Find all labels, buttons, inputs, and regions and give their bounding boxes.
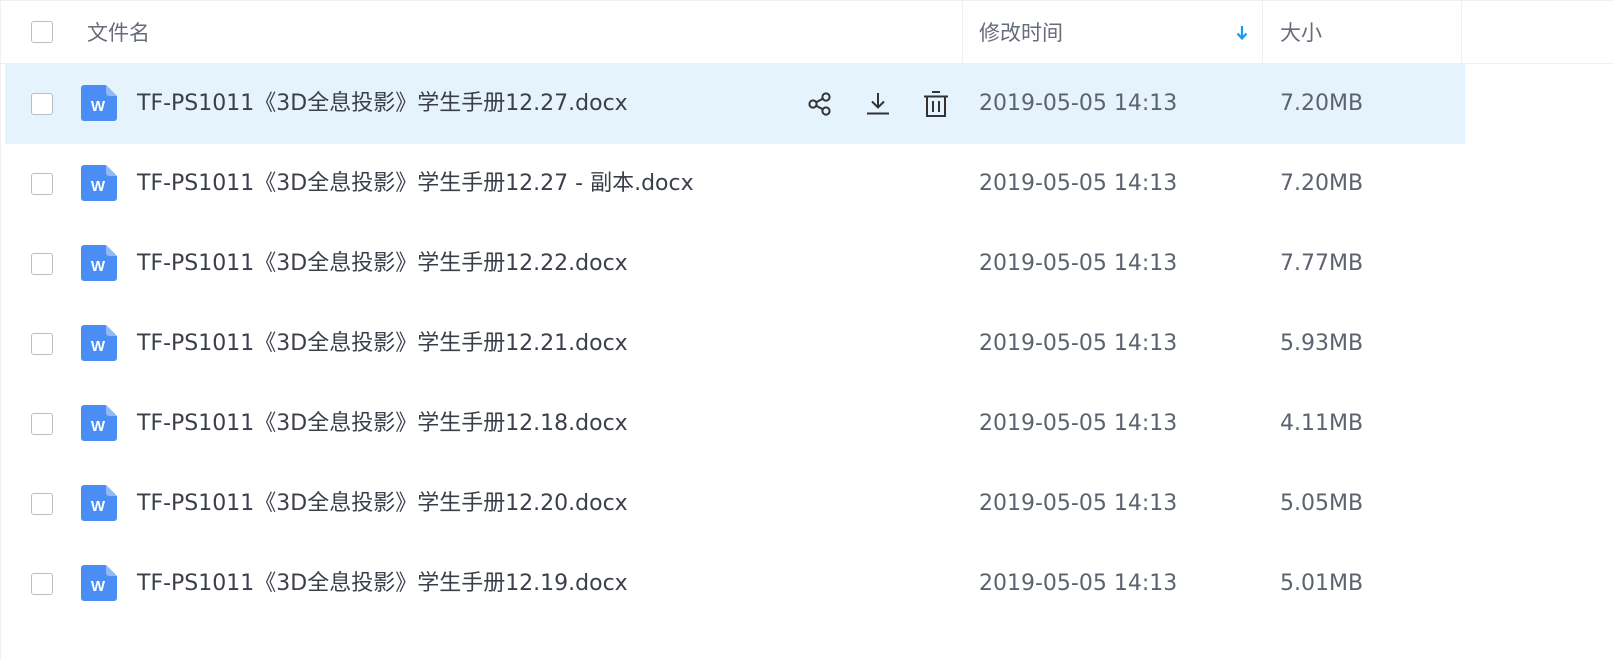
delete-icon[interactable]: [921, 89, 951, 119]
file-size: 5.05MB: [1280, 491, 1364, 516]
sort-descending-icon[interactable]: [1235, 24, 1249, 42]
word-doc-icon: W: [81, 485, 117, 521]
select-all-checkbox[interactable]: [31, 21, 53, 43]
svg-text:W: W: [91, 258, 106, 275]
file-name[interactable]: TF-PS1011《3D全息投影》学生手册12.21.docx: [137, 304, 628, 384]
svg-text:W: W: [91, 338, 106, 355]
table-row[interactable]: W TF-PS1011《3D全息投影》学生手册12.21.docx 2019-0…: [1, 304, 1614, 384]
svg-text:W: W: [91, 498, 106, 515]
file-size: 7.77MB: [1280, 251, 1364, 276]
table-row[interactable]: W TF-PS1011《3D全息投影》学生手册12.20.docx 2019-0…: [1, 464, 1614, 544]
word-doc-icon: W: [81, 565, 117, 601]
modified-time: 2019-05-05 14:13: [979, 491, 1178, 516]
file-name[interactable]: TF-PS1011《3D全息投影》学生手册12.20.docx: [137, 464, 628, 544]
table-row[interactable]: W TF-PS1011《3D全息投影》学生手册12.27.docx 2019-0…: [5, 64, 1465, 144]
modified-time: 2019-05-05 14:13: [979, 91, 1178, 116]
word-doc-icon: W: [81, 405, 117, 441]
file-name[interactable]: TF-PS1011《3D全息投影》学生手册12.22.docx: [137, 224, 628, 304]
row-checkbox[interactable]: [31, 493, 53, 515]
row-checkbox[interactable]: [31, 573, 53, 595]
row-checkbox[interactable]: [31, 413, 53, 435]
word-doc-icon: W: [81, 325, 117, 361]
file-list-header: 文件名 修改时间 大小: [1, 0, 1614, 65]
column-header-size[interactable]: 大小: [1280, 1, 1322, 65]
modified-time: 2019-05-05 14:13: [979, 411, 1178, 436]
column-divider[interactable]: [1461, 1, 1462, 65]
share-icon[interactable]: [805, 89, 835, 119]
word-doc-icon: W: [81, 85, 117, 121]
word-doc-icon: W: [81, 165, 117, 201]
row-checkbox[interactable]: [31, 173, 53, 195]
table-row[interactable]: W TF-PS1011《3D全息投影》学生手册12.22.docx 2019-0…: [1, 224, 1614, 304]
file-size: 5.01MB: [1280, 571, 1364, 596]
column-divider[interactable]: [962, 1, 963, 65]
file-size: 7.20MB: [1280, 91, 1364, 116]
svg-text:W: W: [91, 98, 106, 115]
column-header-name[interactable]: 文件名: [87, 1, 150, 65]
file-name[interactable]: TF-PS1011《3D全息投影》学生手册12.27 - 副本.docx: [137, 144, 694, 224]
file-name[interactable]: TF-PS1011《3D全息投影》学生手册12.27.docx: [137, 64, 628, 144]
file-name[interactable]: TF-PS1011《3D全息投影》学生手册12.19.docx: [137, 544, 628, 624]
modified-time: 2019-05-05 14:13: [979, 171, 1178, 196]
file-rows: W TF-PS1011《3D全息投影》学生手册12.27.docx 2019-0…: [1, 64, 1614, 624]
file-name[interactable]: TF-PS1011《3D全息投影》学生手册12.18.docx: [137, 384, 628, 464]
row-checkbox[interactable]: [31, 253, 53, 275]
file-size: 5.93MB: [1280, 331, 1364, 356]
modified-time: 2019-05-05 14:13: [979, 251, 1178, 276]
file-list: 文件名 修改时间 大小 W TF-PS1011《3D全息投影》学生手册12.27…: [0, 0, 1614, 660]
table-row[interactable]: W TF-PS1011《3D全息投影》学生手册12.27 - 副本.docx 2…: [1, 144, 1614, 224]
column-divider[interactable]: [1262, 1, 1263, 65]
row-actions: [805, 64, 951, 144]
table-row[interactable]: W TF-PS1011《3D全息投影》学生手册12.19.docx 2019-0…: [1, 544, 1614, 624]
svg-text:W: W: [91, 178, 106, 195]
file-size: 4.11MB: [1280, 411, 1364, 436]
file-size: 7.20MB: [1280, 171, 1364, 196]
svg-text:W: W: [91, 418, 106, 435]
download-icon[interactable]: [863, 89, 893, 119]
modified-time: 2019-05-05 14:13: [979, 571, 1178, 596]
modified-time: 2019-05-05 14:13: [979, 331, 1178, 356]
word-doc-icon: W: [81, 245, 117, 281]
svg-text:W: W: [91, 578, 106, 595]
row-checkbox[interactable]: [31, 93, 53, 115]
column-header-modified[interactable]: 修改时间: [979, 1, 1063, 65]
table-row[interactable]: W TF-PS1011《3D全息投影》学生手册12.18.docx 2019-0…: [1, 384, 1614, 464]
row-checkbox[interactable]: [31, 333, 53, 355]
